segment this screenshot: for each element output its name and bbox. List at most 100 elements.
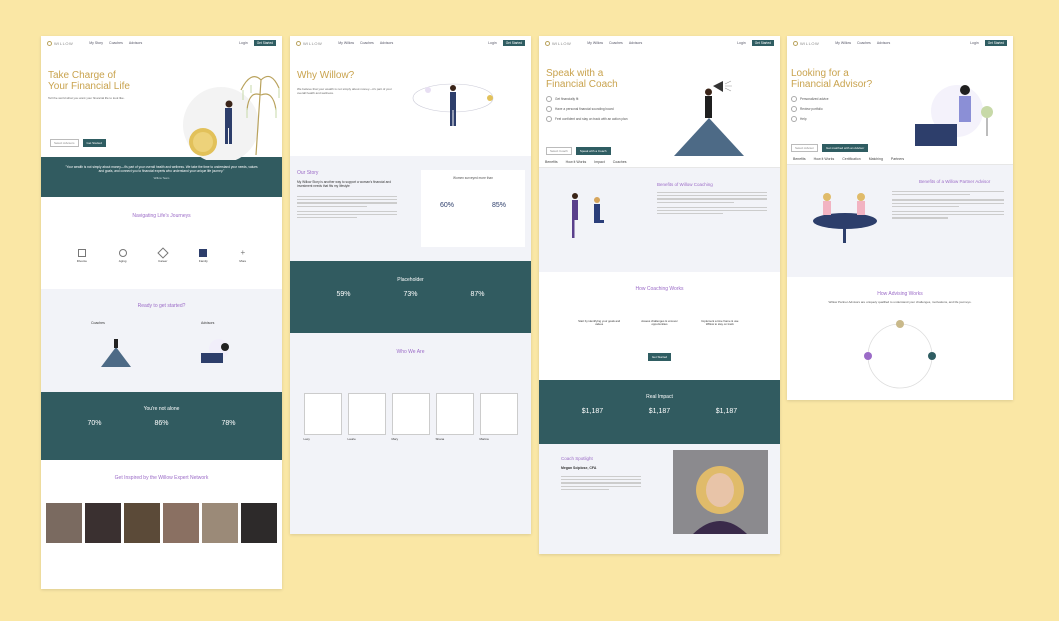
tab-matching[interactable]: Matching: [869, 157, 883, 161]
not-alone-title: You're not alone: [143, 406, 180, 412]
expert-photo[interactable]: [85, 503, 121, 543]
nav-item-my-willow[interactable]: My Willow: [587, 41, 603, 45]
impact-value: $1,187: [648, 408, 671, 415]
tab-benefits[interactable]: Benefits: [545, 160, 558, 164]
advisor-select[interactable]: Select Advisors: [50, 139, 79, 147]
top-nav: WILLOW My Willow Coaches Advisors Login …: [290, 36, 531, 50]
benefits-illustration: [572, 193, 604, 238]
hero: Speak with a Financial Coach Get financi…: [539, 50, 780, 156]
nav-item-advisors[interactable]: Advisors: [629, 41, 642, 45]
tab-benefits[interactable]: Benefits: [793, 157, 806, 161]
login-link[interactable]: Login: [239, 41, 248, 45]
how-step: Assess challenges & uncover opportunitie…: [641, 319, 678, 327]
logo[interactable]: WILLOW: [47, 40, 73, 46]
nav-item-coaches[interactable]: Coaches: [360, 41, 374, 45]
team-name: Lacy: [303, 437, 310, 441]
advisors-label[interactable]: Advisors: [201, 321, 214, 325]
coach-illustration: [101, 339, 131, 367]
spotlight-body-lines: [561, 476, 641, 490]
nav-item-my-willow[interactable]: My Willow: [338, 41, 354, 45]
expert-photo[interactable]: [202, 503, 238, 543]
get-started-button[interactable]: Get Started: [984, 40, 1007, 46]
how-subtitle: Willow Partner Advisors are uniquely qua…: [828, 300, 972, 304]
journey-more[interactable]: + More: [239, 249, 247, 264]
our-story-section: Our Story My Willow Story is another way…: [290, 156, 531, 261]
how-get-started-button[interactable]: Get Started: [647, 352, 672, 361]
real-impact-band: Real Impact $1,187 $1,187 $1,187: [539, 380, 780, 444]
aging-icon: [118, 249, 127, 257]
stat-value: 85%: [491, 202, 506, 209]
nav-item-advisors[interactable]: Advisors: [380, 41, 393, 45]
nav-item-advisors[interactable]: Advisors: [877, 41, 890, 45]
how-title: How Coaching Works: [635, 286, 684, 292]
hero-illustration: [915, 85, 993, 146]
quote-author: Willow Team: [153, 176, 170, 181]
team-card[interactable]: Shana: [435, 393, 474, 441]
impact-value: $1,187: [581, 408, 604, 415]
team-card[interactable]: Lacy: [303, 393, 342, 441]
nav-item-coaches[interactable]: Coaches: [857, 41, 871, 45]
get-started-button[interactable]: Get Started: [253, 40, 276, 46]
login-link[interactable]: Login: [970, 41, 979, 45]
login-link[interactable]: Login: [488, 41, 497, 45]
nav-item-my-willow[interactable]: My Willow: [835, 41, 851, 45]
advisor-select[interactable]: Select Advisor: [791, 144, 819, 152]
team-card[interactable]: Marina: [479, 393, 518, 441]
expert-photo[interactable]: [124, 503, 160, 543]
logo[interactable]: WILLOW: [545, 40, 571, 46]
team-name: Mary: [391, 437, 399, 441]
logo[interactable]: WILLOW: [793, 40, 820, 46]
expert-photo[interactable]: [241, 503, 277, 543]
ready-section: Ready to get started? Coaches Advisors: [41, 289, 282, 392]
expert-photo[interactable]: [163, 503, 199, 543]
journey-career[interactable]: Career: [157, 247, 169, 263]
nav-item-my-story[interactable]: My Story: [89, 41, 103, 45]
bullet-item: Help: [791, 116, 901, 122]
coaches-label[interactable]: Coaches: [91, 321, 105, 325]
hero-title-line-2: Your Financial Life: [48, 81, 130, 92]
hero-illustration: [412, 83, 494, 126]
nav-item-advisors[interactable]: Advisors: [129, 41, 142, 45]
get-matched-button[interactable]: Get matched with an Advisor: [822, 144, 869, 152]
logo-text: WILLOW: [800, 40, 820, 46]
journey-aging[interactable]: Aging: [118, 249, 127, 263]
journey-divorce[interactable]: Divorce: [77, 249, 87, 263]
hero-controls: Select Advisor Get matched with an Advis…: [791, 144, 869, 152]
get-started-button[interactable]: Get Started: [502, 40, 525, 46]
journey-label: Family: [198, 259, 208, 263]
benefits-body-lines: [657, 192, 767, 218]
tab-coaches[interactable]: Coaches: [613, 160, 627, 164]
get-started-button[interactable]: Get Started: [751, 40, 774, 46]
tab-impact[interactable]: Impact: [594, 160, 605, 164]
team-card[interactable]: Mary: [391, 393, 430, 441]
section-tabs: Benefits How it Works Certification Matc…: [787, 153, 1013, 165]
journey-family[interactable]: Family: [199, 249, 208, 263]
bullet-item: Get financially fit: [546, 96, 666, 102]
team-card[interactable]: Laurie: [347, 393, 386, 441]
journeys-title: Navigating Life's Journeys: [132, 213, 191, 219]
hero-subtitle: Tell the world what you want your financ…: [48, 96, 125, 100]
login-link[interactable]: Login: [737, 41, 746, 45]
tab-partners[interactable]: Partners: [891, 157, 904, 161]
logo[interactable]: WILLOW: [296, 40, 322, 46]
benefits-section: Benefits of a Willow Partner Advisor: [787, 165, 1013, 277]
stat-value: 70%: [87, 420, 102, 427]
hero-controls: Select Advisors Get Started: [50, 139, 106, 147]
nav-item-coaches[interactable]: Coaches: [109, 41, 123, 45]
journey-label: More: [239, 259, 247, 263]
tab-certification[interactable]: Certification: [842, 157, 860, 161]
nav-item-coaches[interactable]: Coaches: [609, 41, 623, 45]
divorce-icon: [77, 249, 86, 257]
expert-photo[interactable]: [46, 503, 82, 543]
how-steps: Start by identifying your goals and valu…: [539, 319, 780, 327]
tab-how-it-works[interactable]: How it Works: [566, 160, 587, 164]
hero-get-started-button[interactable]: Get Started: [82, 139, 106, 147]
our-story-lead: My Willow Story is another way to suppor…: [297, 180, 391, 188]
coach-select[interactable]: Select Coach: [546, 147, 572, 155]
tab-how-it-works[interactable]: How it Works: [814, 157, 835, 161]
quote-band: "Your wealth is not simply about money—i…: [41, 157, 282, 197]
not-alone-band: You're not alone 70% 86% 78%: [41, 392, 282, 460]
hero-illustration: [183, 75, 280, 160]
speak-with-coach-button[interactable]: Speak with a Coach: [575, 147, 611, 155]
story-body-lines: [297, 196, 397, 222]
